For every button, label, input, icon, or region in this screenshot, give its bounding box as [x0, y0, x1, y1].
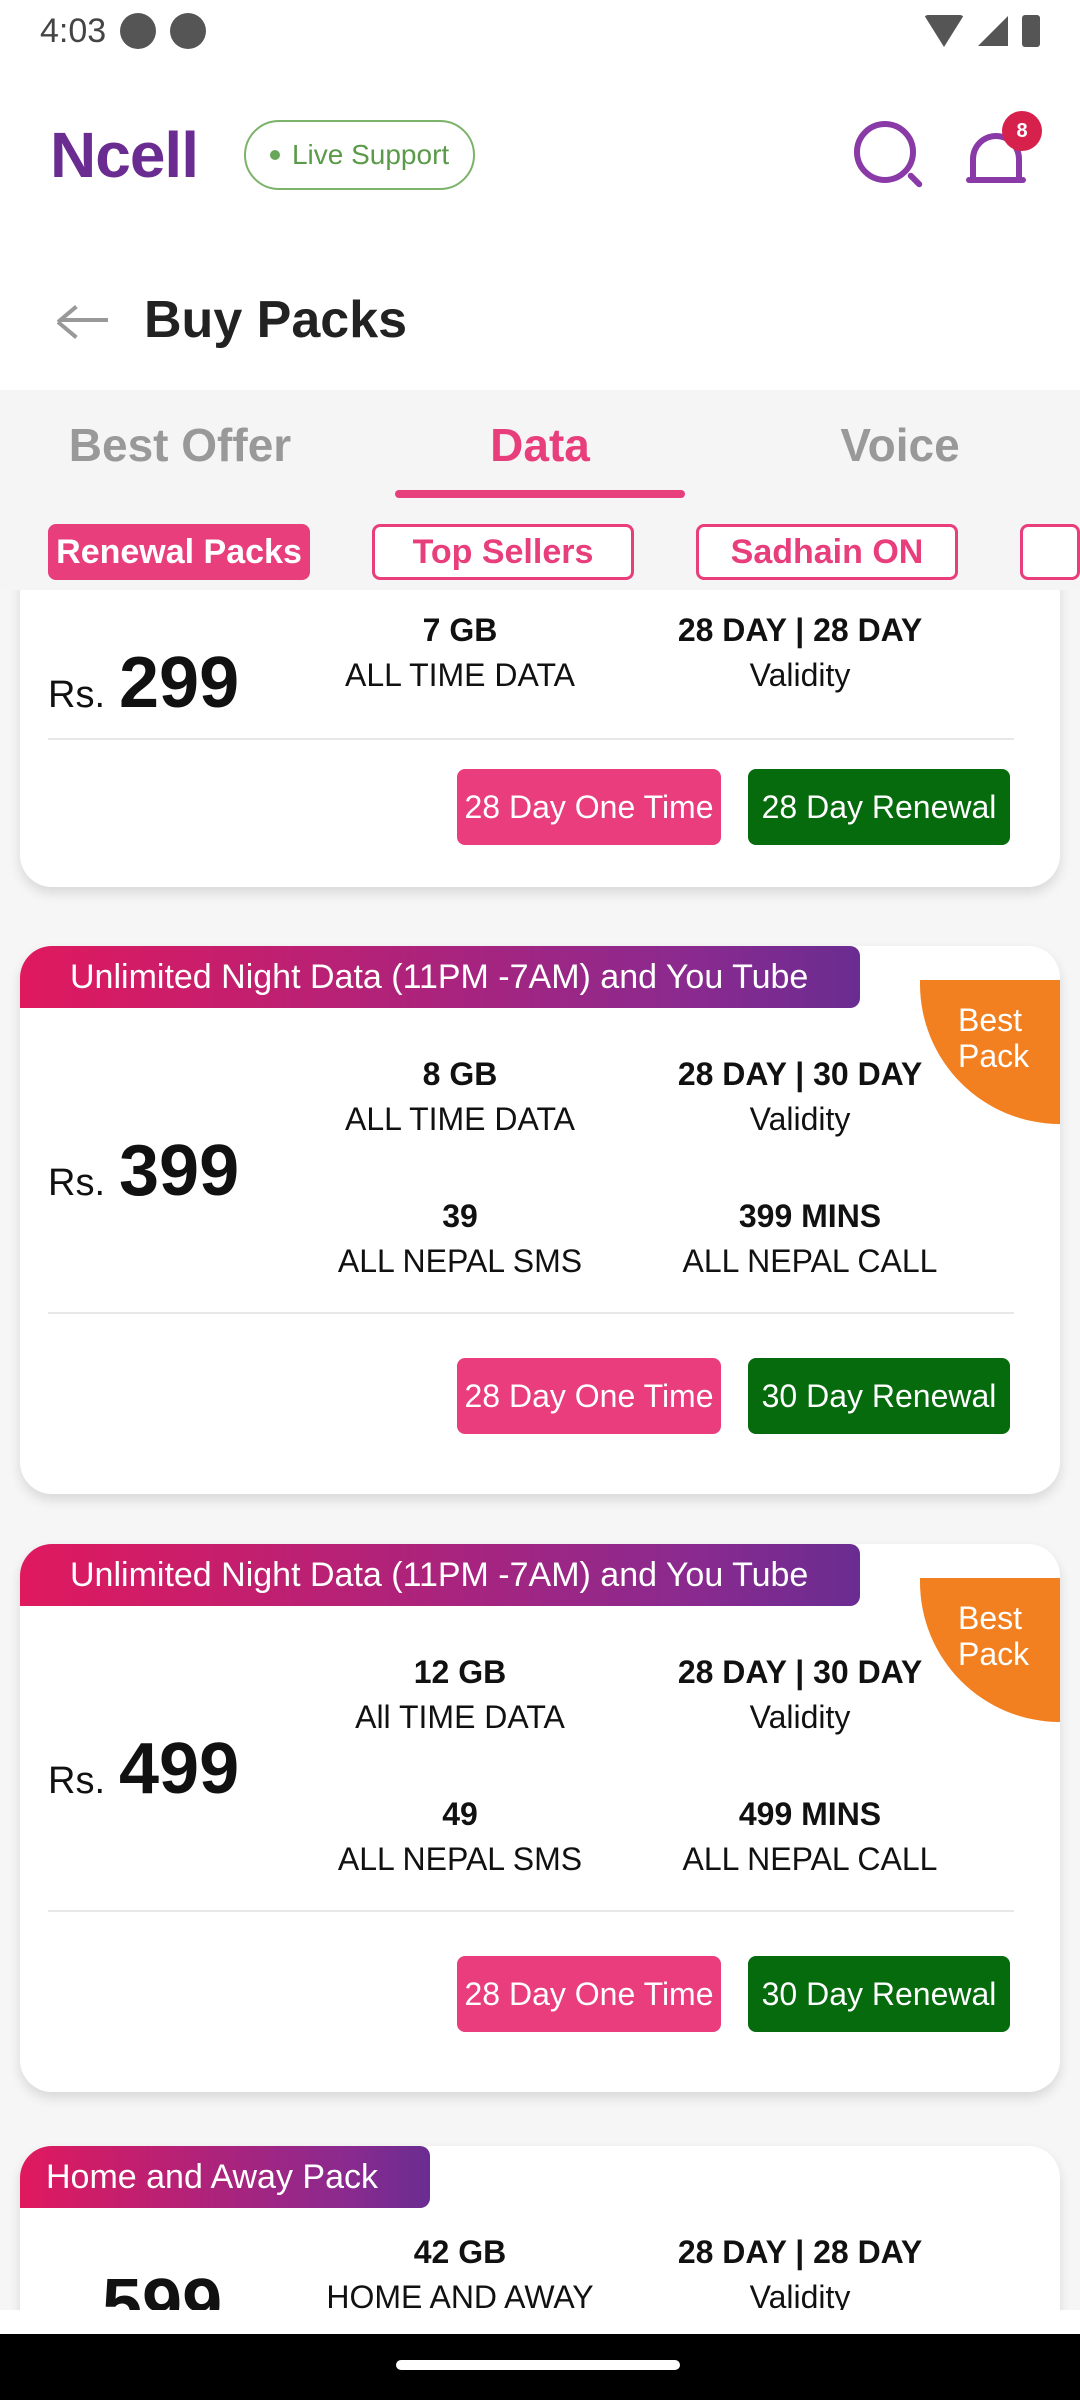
notification-badge: 8: [1002, 111, 1042, 151]
pack-price: Rs. 499: [48, 1728, 239, 1810]
feature-value: 8 GB: [422, 1056, 498, 1092]
packs-list[interactable]: Rs. 299 7 GB ALL TIME DATA 28 DAY | 28 D…: [0, 590, 1080, 2310]
feature-value: 49: [442, 1796, 478, 1832]
pack-price: 599: [48, 2264, 222, 2310]
title-row: Buy Packs: [0, 270, 1080, 370]
feature-validity: 28 DAY | 30 DAY Validity: [620, 1056, 980, 1138]
feature-value: 28 DAY | 30 DAY: [677, 1056, 923, 1092]
feature-call: 399 MINS ALL NEPAL CALL: [620, 1198, 1000, 1280]
signal-icon: [978, 16, 1008, 46]
status-bar: 4:03: [0, 0, 1080, 62]
card-divider: [48, 1910, 1014, 1912]
one-time-button[interactable]: 28 Day One Time: [457, 1956, 721, 2032]
feature-label: ALL TIME DATA: [345, 1101, 575, 1137]
feature-value: 28 DAY | 28 DAY: [677, 612, 923, 648]
feature-value: 399 MINS: [738, 1198, 882, 1234]
feature-call: 499 MINS ALL NEPAL CALL: [620, 1796, 1000, 1878]
tabs-area: Best Offer Data Voice Renewal Packs Top …: [0, 390, 1080, 590]
feature-value: 12 GB: [413, 1654, 507, 1690]
ncell-logo[interactable]: Ncell: [50, 118, 199, 192]
renewal-button[interactable]: 28 Day Renewal: [748, 769, 1010, 845]
subtab-top-sellers[interactable]: Top Sellers: [372, 524, 634, 580]
feature-data: 7 GB ALL TIME DATA: [280, 612, 640, 694]
live-dot-icon: [269, 150, 280, 160]
pack-card: Unlimited Night Data (11PM -7AM) and You…: [20, 946, 1060, 1494]
feature-label: Validity: [749, 2279, 851, 2310]
pack-card: Home and Away Pack 599 42 GB HOME AND AW…: [20, 2146, 1060, 2310]
feature-validity: 28 DAY | 30 DAY Validity: [620, 1654, 980, 1736]
feature-value: 42 GB: [413, 2234, 507, 2270]
pack-ribbon: Home and Away Pack: [20, 2146, 430, 2208]
price-amount: 299: [119, 643, 240, 723]
one-time-button[interactable]: 28 Day One Time: [457, 769, 721, 845]
search-icon[interactable]: [854, 121, 924, 189]
live-support-label: Live Support: [291, 139, 450, 170]
tab-voice[interactable]: Voice: [720, 390, 1080, 500]
tab-data[interactable]: Data: [360, 390, 720, 500]
feature-sms: 49 ALL NEPAL SMS: [280, 1796, 640, 1878]
feature-value: 28 DAY | 30 DAY: [677, 1654, 923, 1690]
tab-best-offer[interactable]: Best Offer: [0, 390, 360, 500]
battery-icon: [1022, 15, 1040, 47]
price-amount: 499: [119, 1729, 240, 1809]
feature-label: ALL NEPAL SMS: [337, 1243, 583, 1279]
notification-bell-icon[interactable]: 8: [966, 111, 1042, 191]
currency-label: Rs.: [48, 1760, 105, 1802]
status-time: 4:03: [40, 11, 107, 50]
wifi-icon: [924, 15, 964, 47]
feature-data: 8 GB ALL TIME DATA: [280, 1056, 640, 1138]
feature-value: 7 GB: [422, 612, 498, 648]
back-arrow-icon[interactable]: [56, 300, 112, 340]
feature-validity: 28 DAY | 28 DAY Validity: [620, 2234, 980, 2310]
feature-data: 42 GB HOME AND AWAY: [280, 2234, 640, 2310]
subtab-renewal-packs[interactable]: Renewal Packs: [48, 524, 310, 580]
price-amount: 399: [119, 1131, 240, 1211]
pack-card: Rs. 299 7 GB ALL TIME DATA 28 DAY | 28 D…: [20, 590, 1060, 887]
pack-price: Rs. 299: [48, 642, 239, 724]
card-divider: [48, 1312, 1014, 1314]
feature-label: Validity: [749, 1699, 851, 1735]
feature-label: Validity: [749, 1101, 851, 1137]
renewal-button[interactable]: 30 Day Renewal: [748, 1358, 1010, 1434]
notification-dot-icon: [170, 13, 207, 49]
feature-label: ALL NEPAL CALL: [682, 1841, 938, 1877]
live-support-button[interactable]: Live Support: [243, 120, 476, 190]
feature-value: 39: [442, 1198, 478, 1234]
sub-tabs: Renewal Packs Top Sellers Sadhain ON: [0, 524, 1080, 580]
currency-label: Rs.: [48, 1162, 105, 1204]
home-handle[interactable]: [396, 2360, 680, 2370]
feature-label: HOME AND AWAY: [326, 2279, 594, 2310]
subtab-sadhain-on[interactable]: Sadhain ON: [696, 524, 958, 580]
feature-value: 28 DAY | 28 DAY: [677, 2234, 923, 2270]
currency-label: Rs.: [48, 674, 105, 716]
feature-validity: 28 DAY | 28 DAY Validity: [620, 612, 980, 694]
feature-label: ALL TIME DATA: [345, 657, 575, 693]
renewal-button[interactable]: 30 Day Renewal: [748, 1956, 1010, 2032]
main-tabs: Best Offer Data Voice: [0, 390, 1080, 500]
one-time-button[interactable]: 28 Day One Time: [457, 1358, 721, 1434]
feature-sms: 39 ALL NEPAL SMS: [280, 1198, 640, 1280]
feature-label: All TIME DATA: [355, 1699, 565, 1735]
pack-ribbon: Unlimited Night Data (11PM -7AM) and You…: [20, 946, 861, 1008]
pack-price: Rs. 399: [48, 1130, 239, 1212]
feature-label: ALL NEPAL SMS: [337, 1841, 583, 1877]
pack-card: Unlimited Night Data (11PM -7AM) and You…: [20, 1544, 1060, 2092]
feature-data: 12 GB All TIME DATA: [280, 1654, 640, 1736]
card-divider: [48, 738, 1014, 740]
feature-value: 499 MINS: [738, 1796, 882, 1832]
sync-icon: [120, 13, 157, 49]
feature-label: Validity: [749, 657, 851, 693]
subtab-more[interactable]: [1020, 524, 1080, 580]
page-title: Buy Packs: [144, 291, 408, 349]
price-amount: 599: [102, 2265, 223, 2310]
feature-label: ALL NEPAL CALL: [682, 1243, 938, 1279]
app-header: Ncell Live Support 8: [0, 95, 1080, 215]
pack-ribbon: Unlimited Night Data (11PM -7AM) and You…: [20, 1544, 861, 1606]
